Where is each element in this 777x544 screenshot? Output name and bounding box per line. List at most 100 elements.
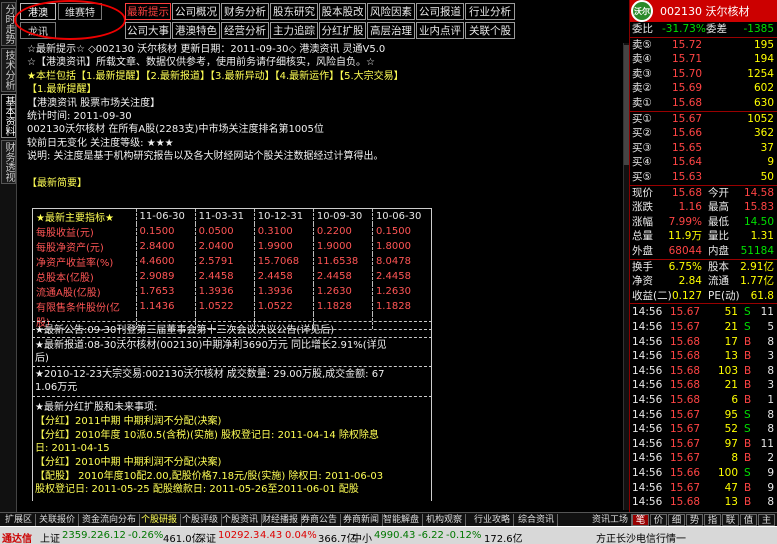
- table-cell: 1.3936: [254, 284, 314, 299]
- zx-change: -6.22: [418, 530, 444, 541]
- table-cell: 1.1828: [375, 301, 411, 312]
- tick-volume: 8: [731, 452, 738, 465]
- label: 最低: [708, 215, 729, 228]
- price: 15.64: [672, 156, 703, 169]
- bottom-tab-3[interactable]: 个股研报: [138, 514, 182, 526]
- menu-row1-item-7[interactable]: 行业分析: [465, 3, 515, 20]
- sh-label: 上证: [40, 534, 60, 544]
- vtab-finance[interactable]: 财务透视: [1, 140, 16, 184]
- content-line: ☆最新提示☆ ◇002130 沃尔核材 更新日期：2011-09-30◇ 港澳资…: [27, 44, 386, 55]
- tick-price: 15.67: [670, 306, 701, 319]
- table-cell: 有限售条件股份(亿: [33, 299, 137, 314]
- bottom-tab-5[interactable]: 个股资讯: [219, 514, 263, 526]
- bottom-tab-0[interactable]: 扩展区: [2, 514, 37, 526]
- menu-row1-item-3[interactable]: 股东研究: [270, 3, 318, 20]
- note-line: ★最新分红扩股和未来事项:: [35, 402, 158, 413]
- note-line: 日: 2011-04-15: [35, 443, 110, 454]
- label: 现价: [632, 186, 653, 199]
- sell-level-row: 卖② 15.69 602: [630, 81, 777, 96]
- menu-row2-item-3[interactable]: 主力追踪: [270, 22, 318, 39]
- tick-direction: B: [744, 452, 752, 465]
- tick-price: 15.67: [670, 437, 701, 450]
- tick-row: 14:56 15.67 97 B 11: [630, 437, 777, 452]
- value: 14.50: [743, 215, 774, 228]
- tick-price: 15.67: [670, 408, 701, 421]
- bottom-tab-13[interactable]: 资讯工场: [589, 514, 633, 526]
- menu-row2-item-4[interactable]: 分红扩股: [319, 22, 366, 39]
- menu-row2-item-2[interactable]: 经营分析: [221, 22, 269, 39]
- menu-row2-item-5[interactable]: 高层治理: [367, 22, 415, 39]
- menu-row2-item-0[interactable]: 公司大事: [125, 22, 171, 39]
- tick-time: 14:56: [632, 379, 663, 392]
- bottom-tab-7[interactable]: 券商公告: [298, 514, 342, 526]
- source-tab-ganggao[interactable]: 港澳: [20, 3, 56, 20]
- content-line: 【港澳资讯 股票市场关注度】: [27, 97, 161, 109]
- price: 15.68: [672, 97, 703, 109]
- table-row: 总股本(亿股) 2.9089 2.4458 2.4458 2.4458 2.4458: [33, 269, 431, 284]
- tick-count: 11: [760, 437, 774, 450]
- volume: 630: [753, 97, 774, 109]
- value: 1.16: [678, 201, 702, 214]
- value: 15.68: [671, 186, 702, 199]
- value: 6.75%: [668, 260, 702, 273]
- level-label: 卖⑤: [632, 38, 652, 51]
- table-cell: 1.8000: [375, 241, 411, 252]
- table-cell: 0.0500: [195, 224, 255, 239]
- menu-row2-item-7[interactable]: 关联个股: [465, 22, 515, 39]
- tick-row: 14:56 15.68 103 B 8: [630, 364, 777, 379]
- tick-price: 15.67: [670, 452, 701, 465]
- tick-direction: S: [744, 408, 751, 421]
- tick-count: 8: [767, 496, 774, 509]
- bottom-tab-10[interactable]: 机构观察: [423, 514, 467, 526]
- bottom-tab-11[interactable]: 行业攻略: [471, 514, 515, 526]
- sell-level-row: 卖③ 15.70 1254: [630, 67, 777, 82]
- menu-row1-item-6[interactable]: 公司报道: [416, 3, 464, 20]
- table-header-cell: 10-12-31: [254, 209, 314, 224]
- zx-amount: 172.6亿: [484, 534, 523, 544]
- bottom-tab-1[interactable]: 关联报价: [36, 514, 80, 526]
- menu-row2-item-6[interactable]: 业内点评: [416, 22, 464, 39]
- vtab-time-trend[interactable]: 分时走势: [1, 2, 16, 46]
- source-tab-weisaite[interactable]: 维赛特: [58, 3, 102, 20]
- detail-tab-6[interactable]: 值: [740, 514, 757, 526]
- bottom-tab-4[interactable]: 个股评级: [179, 514, 223, 526]
- tick-row: 14:56 15.68 13 B 8: [630, 495, 777, 510]
- detail-tab-3[interactable]: 势: [686, 514, 703, 526]
- detail-tab-2[interactable]: 细: [668, 514, 685, 526]
- note-line: 【分红】2010年度 10派0.5(含税)(实施) 股权登记日: 2011-04…: [35, 430, 379, 441]
- bottom-tab-6[interactable]: 财经播报: [259, 514, 303, 526]
- menu-row1-item-5[interactable]: 风险因素: [367, 3, 415, 20]
- table-cell: 1.0522: [254, 299, 314, 314]
- vtab-basic-info[interactable]: 基本资料: [1, 94, 16, 138]
- bottom-tab-12[interactable]: 综合资讯: [515, 514, 559, 526]
- server-name[interactable]: 方正长沙电信行情一: [596, 530, 686, 544]
- table-cell: 15.7068: [254, 254, 314, 269]
- table-cell: 0.3100: [254, 224, 314, 239]
- tick-count: 9: [767, 467, 774, 479]
- source-tab-longxun[interactable]: 龙讯: [20, 22, 56, 39]
- detail-tab-0[interactable]: 笔: [632, 514, 649, 526]
- tick-time: 14:56: [632, 423, 663, 436]
- detail-tab-4[interactable]: 指: [704, 514, 721, 526]
- vtab-technical[interactable]: 技术分析: [1, 48, 16, 92]
- menu-row2-item-1[interactable]: 港澳特色: [172, 22, 220, 39]
- menu-row1-item-0[interactable]: 最新提示: [125, 3, 171, 20]
- bottom-tab-8[interactable]: 券商新闻: [340, 514, 384, 526]
- detail-tab-5[interactable]: 联: [722, 514, 739, 526]
- bottom-tab-2[interactable]: 资金流向分布: [79, 514, 141, 526]
- tick-count: 8: [767, 423, 774, 436]
- divider: [32, 366, 432, 367]
- menu-row1-item-4[interactable]: 股本股改: [319, 3, 366, 20]
- detail-tab-1[interactable]: 价: [650, 514, 667, 526]
- table-header-cell: ★最新主要指标★: [33, 209, 137, 224]
- menu-row1-item-1[interactable]: 公司概况: [172, 3, 220, 20]
- menu-row1-item-2[interactable]: 财务分析: [221, 3, 269, 20]
- tick-direction: B: [744, 437, 752, 450]
- label: 委比: [632, 23, 653, 35]
- tick-time: 14:56: [632, 364, 663, 377]
- tick-volume: 21: [724, 321, 738, 333]
- bottom-tab-9[interactable]: 智能解盘: [380, 514, 424, 526]
- detail-tab-7[interactable]: 主: [758, 514, 775, 526]
- f10-content: ☆最新提示☆ ◇002130 沃尔核材 更新日期：2011-09-30◇ 港澳资…: [27, 43, 623, 510]
- tick-count: 2: [767, 452, 774, 465]
